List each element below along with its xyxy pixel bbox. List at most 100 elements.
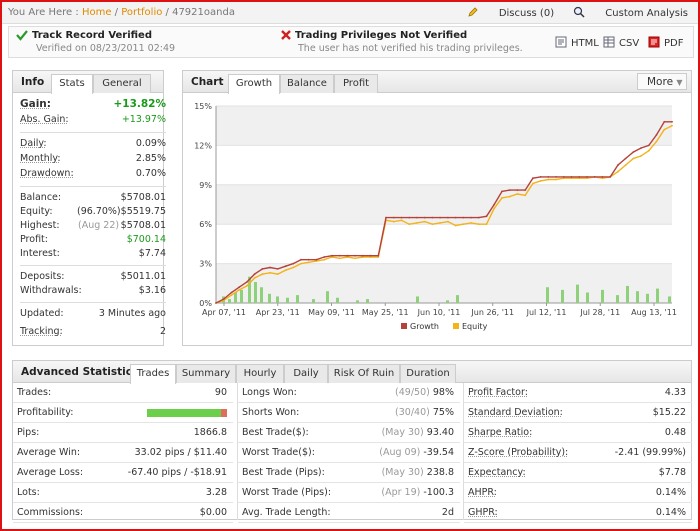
drawdown-label: Drawdown: <box>20 168 74 179</box>
data-point <box>470 222 472 224</box>
breadcrumb-home-link[interactable]: Home <box>82 7 112 18</box>
volume-bar <box>234 292 237 303</box>
profitability-bar-fill <box>147 409 221 417</box>
volume-bar <box>586 292 589 303</box>
data-point <box>354 257 356 260</box>
tab-growth[interactable]: Growth <box>228 74 280 94</box>
stat-value-group: (May 30) 93.40 <box>382 427 454 438</box>
data-point <box>624 157 627 160</box>
daily-row: Daily: 0.09% <box>20 138 166 152</box>
export-csv-button[interactable]: CSV <box>603 36 639 49</box>
breadcrumb: You Are Here : Home / Portfolio / 47921o… <box>8 7 235 18</box>
volume-bar <box>456 295 459 303</box>
stats-row: AHPR: 0.14% <box>464 483 692 503</box>
gain-label: Gain: <box>20 98 51 110</box>
volume-bar <box>326 291 329 303</box>
data-point <box>454 224 457 227</box>
tab-summary[interactable]: Summary <box>176 364 236 383</box>
volume-bar <box>446 300 449 303</box>
data-point <box>230 294 233 296</box>
more-dropdown[interactable]: More ▼ <box>637 73 687 90</box>
equity-row: Equity: (96.70%) $5519.75 <box>20 206 166 220</box>
volume-bar <box>240 289 243 303</box>
stats-row: Best Trade (Pips): (May 30) 238.8 <box>238 463 460 483</box>
data-point <box>392 216 395 219</box>
stats-row: Best Trade($): (May 30) 93.40 <box>238 423 460 443</box>
data-point <box>508 195 511 198</box>
data-point <box>462 216 465 219</box>
tab-daily[interactable]: Daily <box>284 364 328 383</box>
stat-value: 93.40 <box>426 427 454 438</box>
stat-value: -39.54 <box>423 447 454 458</box>
volume-bar <box>254 281 257 303</box>
stat-value: -2.41 (99.99%) <box>614 447 686 458</box>
data-point <box>593 176 596 178</box>
volume-bar <box>296 295 299 303</box>
data-point <box>416 222 418 224</box>
pdf-icon <box>648 36 660 48</box>
export-pdf-button[interactable]: PDF <box>648 36 683 49</box>
data-point <box>416 216 418 219</box>
profit-row: Profit: $700.14 <box>20 234 166 248</box>
export-html-button[interactable]: HTML <box>555 36 599 49</box>
withdrawals-value: $3.16 <box>138 285 166 296</box>
data-point <box>532 177 534 180</box>
chart-panel: Chart Growth Balance Profit More ▼ 0% 3% 6… <box>182 70 692 346</box>
data-point <box>215 302 217 304</box>
tracking-link[interactable]: Tracking: <box>20 326 63 337</box>
x-tick-label: Apr 07, '11 <box>202 308 246 317</box>
equity-percent: (96.70%) <box>77 206 121 217</box>
data-point <box>431 223 434 226</box>
tab-stats[interactable]: Stats <box>51 74 93 94</box>
data-point <box>269 271 271 274</box>
data-point <box>632 157 635 160</box>
highest-label: Highest: <box>20 220 60 231</box>
data-point <box>462 223 465 226</box>
data-point <box>323 258 326 261</box>
stat-label: Expectancy: <box>468 467 526 478</box>
data-point <box>276 273 279 275</box>
discuss-link[interactable]: Discuss (0) <box>467 6 554 19</box>
cross-icon <box>281 30 291 40</box>
tab-trades[interactable]: Trades <box>130 364 176 384</box>
data-point <box>361 254 364 257</box>
stat-value: 33.02 pips / $11.40 <box>134 447 227 458</box>
data-point <box>392 220 395 223</box>
custom-analysis-link[interactable]: Custom Analysis <box>573 6 688 19</box>
stats-row: GHPR: 0.14% <box>464 503 692 523</box>
data-point <box>423 216 426 219</box>
stats-row: Standard Deviation: $15.22 <box>464 403 692 423</box>
tab-duration[interactable]: Duration <box>400 364 456 383</box>
stat-label: Trades: <box>17 387 52 398</box>
withdrawals-row: Withdrawals: $3.16 <box>20 285 166 299</box>
stat-label: Worst Trade($): <box>242 447 315 458</box>
stats-row: Shorts Won: (30/40) 75% <box>238 403 460 423</box>
y-tick-label: 15% <box>194 102 212 111</box>
stat-value: -67.40 pips / -$18.91 <box>127 467 227 478</box>
stat-label: Sharpe Ratio: <box>468 427 533 438</box>
volume-bar <box>561 289 564 303</box>
stat-label: Avg. Trade Length: <box>242 507 331 518</box>
data-point <box>470 216 472 219</box>
tab-general[interactable]: General <box>93 74 151 93</box>
profit-value: $700.14 <box>126 234 166 245</box>
tab-profit[interactable]: Profit <box>334 74 378 93</box>
data-point <box>222 298 225 300</box>
drawdown-row: Drawdown: 0.70% <box>20 168 166 182</box>
csv-icon <box>603 36 615 48</box>
breadcrumb-portfolio-link[interactable]: Portfolio <box>121 7 162 18</box>
monthly-value: 2.85% <box>135 153 166 164</box>
data-point <box>647 149 650 152</box>
data-point <box>246 285 248 287</box>
abs-gain-row: Abs. Gain: +13.97% <box>20 114 166 128</box>
data-point <box>284 269 287 272</box>
volume-bar <box>656 288 659 303</box>
interest-value: $7.74 <box>138 248 166 259</box>
tab-balance[interactable]: Balance <box>280 74 334 93</box>
y-tick-label: 9% <box>199 181 212 190</box>
data-point <box>508 189 511 191</box>
tab-risk-of-ruin[interactable]: Risk Of Ruin <box>328 364 400 383</box>
tab-hourly[interactable]: Hourly <box>236 364 284 383</box>
data-point <box>647 144 650 147</box>
data-point <box>477 223 480 226</box>
